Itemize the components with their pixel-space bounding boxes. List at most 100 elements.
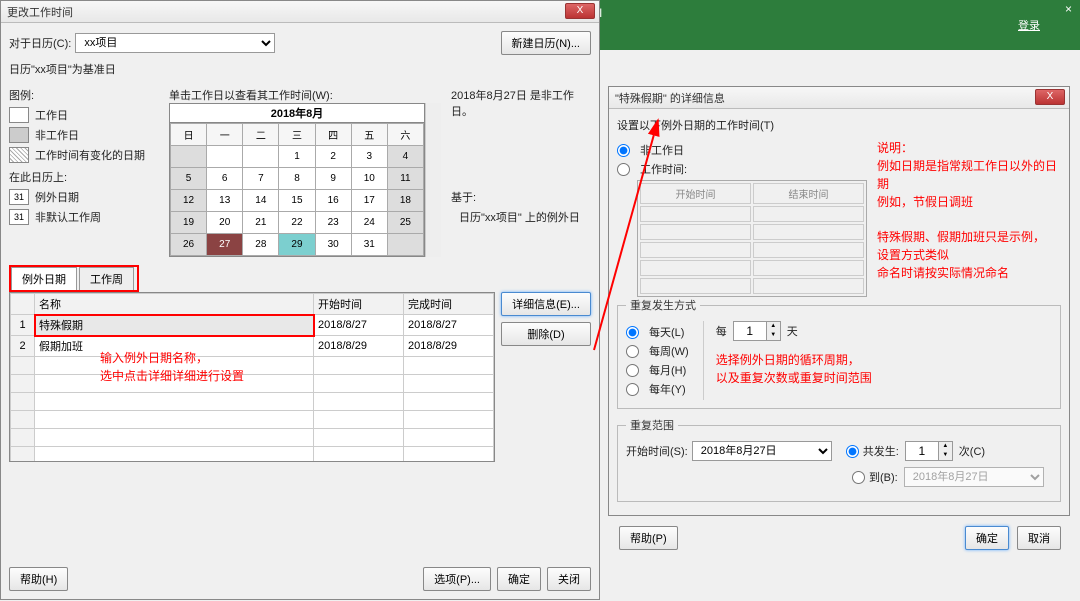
calendar-cell[interactable]: 18 bbox=[387, 190, 423, 212]
radio-nonwork[interactable] bbox=[617, 144, 630, 157]
calendar-select[interactable]: xx项目 bbox=[75, 33, 275, 53]
calendar-cell[interactable]: 11 bbox=[387, 168, 423, 190]
calendar-title: 2018年8月 bbox=[170, 104, 424, 123]
calendar-cell[interactable] bbox=[387, 234, 423, 256]
calendar-scrollbar[interactable] bbox=[425, 103, 441, 257]
calendar-cell[interactable]: 15 bbox=[279, 190, 315, 212]
row-name[interactable]: 特殊假期 bbox=[35, 315, 314, 336]
calendar-cell[interactable]: 2 bbox=[315, 146, 351, 168]
calendar-cell[interactable]: 26 bbox=[171, 234, 207, 256]
radio-weekly[interactable] bbox=[626, 345, 639, 358]
calendar-cell[interactable]: 30 bbox=[315, 234, 351, 256]
radio-work-label: 工作时间: bbox=[640, 161, 687, 177]
calendar-cell[interactable]: 27 bbox=[207, 234, 243, 256]
base-text: 日历"xx项目"为基准日 bbox=[9, 61, 116, 77]
range-group: 重复范围 开始时间(S): 2018年8月27日 共发生: ▲▼ 次(C) 到(… bbox=[617, 417, 1061, 502]
calendar-cell[interactable]: 6 bbox=[207, 168, 243, 190]
ok-button[interactable]: 确定 bbox=[497, 567, 541, 591]
detail-dialog: "特殊假期" 的详细信息 X 设置以下例外日期的工作时间(T) 非工作日 工作时… bbox=[608, 86, 1070, 516]
calendar-cell[interactable]: 21 bbox=[243, 212, 279, 234]
calendar-cell[interactable]: 5 bbox=[171, 168, 207, 190]
calendar-cell[interactable]: 24 bbox=[351, 212, 387, 234]
calendar-cell[interactable]: 10 bbox=[351, 168, 387, 190]
legend-title: 图例: bbox=[9, 87, 159, 103]
radio-yearly-label: 每年(Y) bbox=[649, 381, 686, 397]
col-end: 完成时间 bbox=[404, 294, 494, 315]
calendar-cell[interactable]: 28 bbox=[243, 234, 279, 256]
options-button[interactable]: 选项(P)... bbox=[423, 567, 491, 591]
calendar-cell[interactable]: 23 bbox=[315, 212, 351, 234]
radio-until[interactable] bbox=[852, 471, 865, 484]
detail-help-button[interactable]: 帮助(P) bbox=[619, 526, 678, 550]
calendar-cell[interactable] bbox=[243, 146, 279, 168]
set-time-label: 设置以下例外日期的工作时间(T) bbox=[617, 117, 1061, 133]
close-button[interactable]: 关闭 bbox=[547, 567, 591, 591]
close-icon[interactable]: X bbox=[565, 3, 595, 19]
calendar-cell[interactable]: 17 bbox=[351, 190, 387, 212]
detail-button[interactable]: 详细信息(E)... bbox=[501, 292, 591, 316]
calendar-cell[interactable]: 31 bbox=[351, 234, 387, 256]
calendar-cell[interactable]: 20 bbox=[207, 212, 243, 234]
every-input[interactable] bbox=[734, 322, 766, 340]
calendar-cell[interactable] bbox=[207, 146, 243, 168]
calendar-cell[interactable]: 16 bbox=[315, 190, 351, 212]
detail-ok-button[interactable]: 确定 bbox=[965, 526, 1009, 550]
range-legend: 重复范围 bbox=[626, 417, 678, 433]
row-start[interactable]: 2018/8/27 bbox=[314, 315, 404, 336]
app-close-icon[interactable]: × bbox=[1065, 2, 1072, 16]
calendar-cell[interactable]: 22 bbox=[279, 212, 315, 234]
calendar[interactable]: 2018年8月 日一二三四五六 123456789101112131415161… bbox=[169, 103, 425, 257]
row-end[interactable]: 2018/8/27 bbox=[404, 315, 494, 336]
detail-titlebar: "特殊假期" 的详细信息 X bbox=[609, 87, 1069, 109]
detail-close-icon[interactable]: X bbox=[1035, 89, 1065, 105]
row-start[interactable]: 2018/8/29 bbox=[314, 336, 404, 357]
explanation-note: 说明： 例如日期是指常规工作日以外的日期 例如，节假日调班 特殊假期、假期加班只… bbox=[877, 139, 1061, 297]
range-start-select[interactable]: 2018年8月27日 bbox=[692, 441, 832, 461]
delete-button[interactable]: 删除(D) bbox=[501, 322, 591, 346]
legend-changed: 工作时间有变化的日期 bbox=[35, 147, 145, 163]
tab-exception[interactable]: 例外日期 bbox=[11, 267, 77, 290]
calendar-cell[interactable] bbox=[171, 146, 207, 168]
spin-up-icon[interactable]: ▲ bbox=[766, 322, 780, 331]
spin-down2-icon[interactable]: ▼ bbox=[938, 451, 952, 460]
new-calendar-button[interactable]: 新建日历(N)... bbox=[501, 31, 591, 55]
login-link[interactable]: 登录 bbox=[1018, 17, 1040, 33]
row-end[interactable]: 2018/8/29 bbox=[404, 336, 494, 357]
exception-grid[interactable]: 名称 开始时间 完成时间 1 特殊假期 2018/8/27 2018/8/272… bbox=[9, 292, 495, 462]
calendar-cell[interactable]: 25 bbox=[387, 212, 423, 234]
spin-up2-icon[interactable]: ▲ bbox=[938, 442, 952, 451]
swatch-nonwork bbox=[9, 127, 29, 143]
range-start-label: 开始时间(S): bbox=[626, 443, 688, 459]
calendar-cell[interactable]: 3 bbox=[351, 146, 387, 168]
calendar-cell[interactable]: 1 bbox=[279, 146, 315, 168]
radio-monthly-label: 每月(H) bbox=[649, 362, 686, 378]
calendar-cell[interactable]: 14 bbox=[243, 190, 279, 212]
until-select[interactable]: 2018年8月27日 bbox=[904, 467, 1044, 487]
detail-cancel-button[interactable]: 取消 bbox=[1017, 526, 1061, 550]
calendar-cell[interactable]: 8 bbox=[279, 168, 315, 190]
main-title: 更改工作时间 bbox=[7, 4, 73, 20]
radio-work[interactable] bbox=[617, 163, 630, 176]
swatch-nondefault-icon: 31 bbox=[9, 209, 29, 225]
calendar-cell[interactable]: 29 bbox=[279, 234, 315, 256]
calendar-cell[interactable]: 9 bbox=[315, 168, 351, 190]
radio-yearly[interactable] bbox=[626, 383, 639, 396]
calendar-cell[interactable]: 12 bbox=[171, 190, 207, 212]
radio-occurrences[interactable] bbox=[846, 445, 859, 458]
help-button[interactable]: 帮助(H) bbox=[9, 567, 68, 591]
legend-exception: 例外日期 bbox=[35, 189, 79, 205]
occur-spinner[interactable]: ▲▼ bbox=[905, 441, 953, 461]
legend-nondefault: 非默认工作周 bbox=[35, 209, 101, 225]
tab-workweek[interactable]: 工作周 bbox=[79, 267, 134, 290]
calendar-cell[interactable]: 19 bbox=[171, 212, 207, 234]
calendar-cell[interactable]: 7 bbox=[243, 168, 279, 190]
radio-monthly[interactable] bbox=[626, 364, 639, 377]
until-label: 到(B): bbox=[869, 469, 898, 485]
occur-input[interactable] bbox=[906, 442, 938, 460]
annotation-input: 输入例外日期名称， 选中点击详细详细进行设置 bbox=[100, 349, 244, 385]
calendar-cell[interactable]: 13 bbox=[207, 190, 243, 212]
spin-down-icon[interactable]: ▼ bbox=[766, 331, 780, 340]
radio-daily[interactable] bbox=[626, 326, 639, 339]
calendar-cell[interactable]: 4 bbox=[387, 146, 423, 168]
every-spinner[interactable]: ▲▼ bbox=[733, 321, 781, 341]
